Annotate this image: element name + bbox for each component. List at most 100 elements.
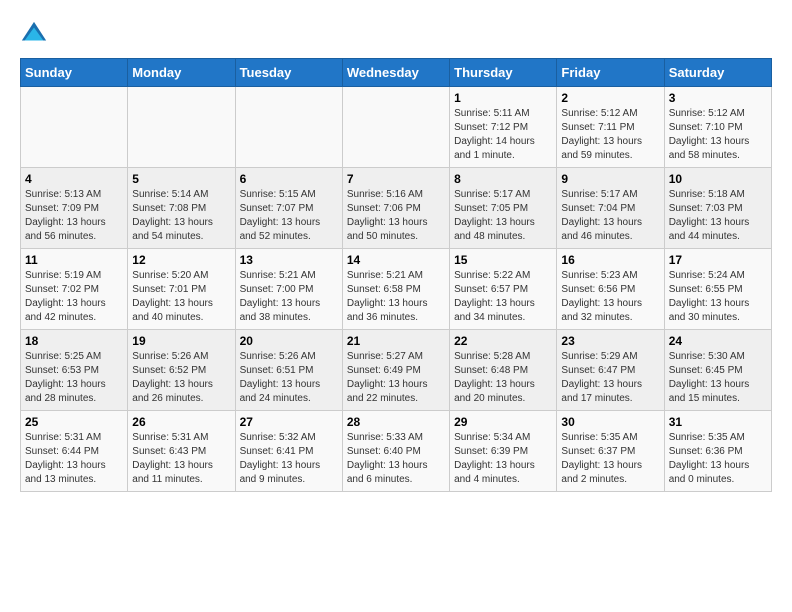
day-info: Sunrise: 5:12 AM Sunset: 7:10 PM Dayligh… — [669, 107, 767, 163]
calendar-day-cell: 20 Sunrise: 5:26 AM Sunset: 6:51 PM Dayli… — [235, 330, 342, 411]
calendar-day-cell: 12 Sunrise: 5:20 AM Sunset: 7:01 PM Dayli… — [128, 249, 235, 330]
day-info: Sunrise: 5:21 AM Sunset: 7:00 PM Dayligh… — [240, 269, 338, 325]
day-info: Sunrise: 5:11 AM Sunset: 7:12 PM Dayligh… — [454, 107, 552, 163]
day-number: 28 — [347, 415, 445, 429]
calendar-week-row: 1 Sunrise: 5:11 AM Sunset: 7:12 PM Daylig… — [21, 87, 772, 168]
calendar-day-cell: 17 Sunrise: 5:24 AM Sunset: 6:55 PM Dayli… — [664, 249, 771, 330]
day-info: Sunrise: 5:26 AM Sunset: 6:52 PM Dayligh… — [132, 350, 230, 406]
day-of-week-header: Friday — [557, 59, 664, 87]
day-number: 13 — [240, 253, 338, 267]
calendar-day-cell: 21 Sunrise: 5:27 AM Sunset: 6:49 PM Dayli… — [342, 330, 449, 411]
calendar-day-cell: 6Sunrise: 5:15 AM Sunset: 7:07 PM Daylig… — [235, 168, 342, 249]
day-info: Sunrise: 5:18 AM Sunset: 7:03 PM Dayligh… — [669, 188, 767, 244]
day-number: 30 — [561, 415, 659, 429]
day-number: 22 — [454, 334, 552, 348]
day-number: 27 — [240, 415, 338, 429]
day-info: Sunrise: 5:31 AM Sunset: 6:44 PM Dayligh… — [25, 431, 123, 487]
calendar-day-cell: 22 Sunrise: 5:28 AM Sunset: 6:48 PM Dayli… — [450, 330, 557, 411]
calendar-day-cell: 16 Sunrise: 5:23 AM Sunset: 6:56 PM Dayli… — [557, 249, 664, 330]
calendar-day-cell: 24Sunrise: 5:30 AM Sunset: 6:45 PM Dayli… — [664, 330, 771, 411]
day-of-week-header: Thursday — [450, 59, 557, 87]
calendar-table: SundayMondayTuesdayWednesdayThursdayFrid… — [20, 58, 772, 492]
calendar-day-cell: 26 Sunrise: 5:31 AM Sunset: 6:43 PM Dayli… — [128, 411, 235, 492]
calendar-day-cell: 28 Sunrise: 5:33 AM Sunset: 6:40 PM Dayli… — [342, 411, 449, 492]
calendar-day-cell: 19Sunrise: 5:26 AM Sunset: 6:52 PM Dayli… — [128, 330, 235, 411]
day-info: Sunrise: 5:20 AM Sunset: 7:01 PM Dayligh… — [132, 269, 230, 325]
logo — [20, 20, 52, 48]
calendar-day-cell: 11 Sunrise: 5:19 AM Sunset: 7:02 PM Dayli… — [21, 249, 128, 330]
calendar-day-cell: 15 Sunrise: 5:22 AM Sunset: 6:57 PM Dayli… — [450, 249, 557, 330]
day-of-week-header: Saturday — [664, 59, 771, 87]
day-number: 4 — [25, 172, 123, 186]
day-number: 24 — [669, 334, 767, 348]
day-info: Sunrise: 5:16 AM Sunset: 7:06 PM Dayligh… — [347, 188, 445, 244]
calendar-week-row: 18Sunrise: 5:25 AM Sunset: 6:53 PM Dayli… — [21, 330, 772, 411]
calendar-day-cell: 9 Sunrise: 5:17 AM Sunset: 7:04 PM Daylig… — [557, 168, 664, 249]
day-info: Sunrise: 5:29 AM Sunset: 6:47 PM Dayligh… — [561, 350, 659, 406]
day-number: 29 — [454, 415, 552, 429]
calendar-day-cell: 8Sunrise: 5:17 AM Sunset: 7:05 PM Daylig… — [450, 168, 557, 249]
days-of-week-row: SundayMondayTuesdayWednesdayThursdayFrid… — [21, 59, 772, 87]
calendar-day-cell: 3 Sunrise: 5:12 AM Sunset: 7:10 PM Daylig… — [664, 87, 771, 168]
calendar-day-cell: 18Sunrise: 5:25 AM Sunset: 6:53 PM Dayli… — [21, 330, 128, 411]
day-number: 14 — [347, 253, 445, 267]
calendar-day-cell — [235, 87, 342, 168]
calendar-day-cell: 10 Sunrise: 5:18 AM Sunset: 7:03 PM Dayli… — [664, 168, 771, 249]
day-number: 21 — [347, 334, 445, 348]
day-info: Sunrise: 5:25 AM Sunset: 6:53 PM Dayligh… — [25, 350, 123, 406]
day-number: 20 — [240, 334, 338, 348]
logo-icon — [20, 20, 48, 48]
day-number: 17 — [669, 253, 767, 267]
calendar-week-row: 25Sunrise: 5:31 AM Sunset: 6:44 PM Dayli… — [21, 411, 772, 492]
calendar-body: 1 Sunrise: 5:11 AM Sunset: 7:12 PM Daylig… — [21, 87, 772, 492]
day-number: 26 — [132, 415, 230, 429]
calendar-day-cell: 1 Sunrise: 5:11 AM Sunset: 7:12 PM Daylig… — [450, 87, 557, 168]
calendar-day-cell: 23 Sunrise: 5:29 AM Sunset: 6:47 PM Dayli… — [557, 330, 664, 411]
day-number: 15 — [454, 253, 552, 267]
day-of-week-header: Wednesday — [342, 59, 449, 87]
calendar-day-cell: 13 Sunrise: 5:21 AM Sunset: 7:00 PM Dayli… — [235, 249, 342, 330]
day-info: Sunrise: 5:13 AM Sunset: 7:09 PM Dayligh… — [25, 188, 123, 244]
calendar-day-cell: 2Sunrise: 5:12 AM Sunset: 7:11 PM Daylig… — [557, 87, 664, 168]
day-number: 31 — [669, 415, 767, 429]
day-info: Sunrise: 5:23 AM Sunset: 6:56 PM Dayligh… — [561, 269, 659, 325]
day-number: 10 — [669, 172, 767, 186]
day-info: Sunrise: 5:24 AM Sunset: 6:55 PM Dayligh… — [669, 269, 767, 325]
day-info: Sunrise: 5:32 AM Sunset: 6:41 PM Dayligh… — [240, 431, 338, 487]
day-info: Sunrise: 5:31 AM Sunset: 6:43 PM Dayligh… — [132, 431, 230, 487]
calendar-header: SundayMondayTuesdayWednesdayThursdayFrid… — [21, 59, 772, 87]
day-info: Sunrise: 5:26 AM Sunset: 6:51 PM Dayligh… — [240, 350, 338, 406]
day-number: 9 — [561, 172, 659, 186]
day-info: Sunrise: 5:35 AM Sunset: 6:37 PM Dayligh… — [561, 431, 659, 487]
day-info: Sunrise: 5:28 AM Sunset: 6:48 PM Dayligh… — [454, 350, 552, 406]
day-number: 11 — [25, 253, 123, 267]
day-number: 23 — [561, 334, 659, 348]
page-header — [20, 20, 772, 48]
day-number: 5 — [132, 172, 230, 186]
calendar-day-cell: 4 Sunrise: 5:13 AM Sunset: 7:09 PM Daylig… — [21, 168, 128, 249]
calendar-week-row: 11 Sunrise: 5:19 AM Sunset: 7:02 PM Dayli… — [21, 249, 772, 330]
day-info: Sunrise: 5:19 AM Sunset: 7:02 PM Dayligh… — [25, 269, 123, 325]
calendar-day-cell: 5Sunrise: 5:14 AM Sunset: 7:08 PM Daylig… — [128, 168, 235, 249]
day-info: Sunrise: 5:22 AM Sunset: 6:57 PM Dayligh… — [454, 269, 552, 325]
day-number: 3 — [669, 91, 767, 105]
day-number: 2 — [561, 91, 659, 105]
day-of-week-header: Monday — [128, 59, 235, 87]
day-info: Sunrise: 5:15 AM Sunset: 7:07 PM Dayligh… — [240, 188, 338, 244]
calendar-day-cell: 30 Sunrise: 5:35 AM Sunset: 6:37 PM Dayli… — [557, 411, 664, 492]
calendar-day-cell: 27 Sunrise: 5:32 AM Sunset: 6:41 PM Dayli… — [235, 411, 342, 492]
calendar-day-cell — [21, 87, 128, 168]
day-info: Sunrise: 5:34 AM Sunset: 6:39 PM Dayligh… — [454, 431, 552, 487]
calendar-day-cell: 7 Sunrise: 5:16 AM Sunset: 7:06 PM Daylig… — [342, 168, 449, 249]
day-number: 7 — [347, 172, 445, 186]
day-info: Sunrise: 5:33 AM Sunset: 6:40 PM Dayligh… — [347, 431, 445, 487]
day-number: 16 — [561, 253, 659, 267]
calendar-day-cell — [342, 87, 449, 168]
day-info: Sunrise: 5:17 AM Sunset: 7:04 PM Dayligh… — [561, 188, 659, 244]
calendar-day-cell: 29 Sunrise: 5:34 AM Sunset: 6:39 PM Dayli… — [450, 411, 557, 492]
calendar-week-row: 4 Sunrise: 5:13 AM Sunset: 7:09 PM Daylig… — [21, 168, 772, 249]
day-number: 12 — [132, 253, 230, 267]
day-number: 1 — [454, 91, 552, 105]
day-info: Sunrise: 5:27 AM Sunset: 6:49 PM Dayligh… — [347, 350, 445, 406]
day-info: Sunrise: 5:21 AM Sunset: 6:58 PM Dayligh… — [347, 269, 445, 325]
